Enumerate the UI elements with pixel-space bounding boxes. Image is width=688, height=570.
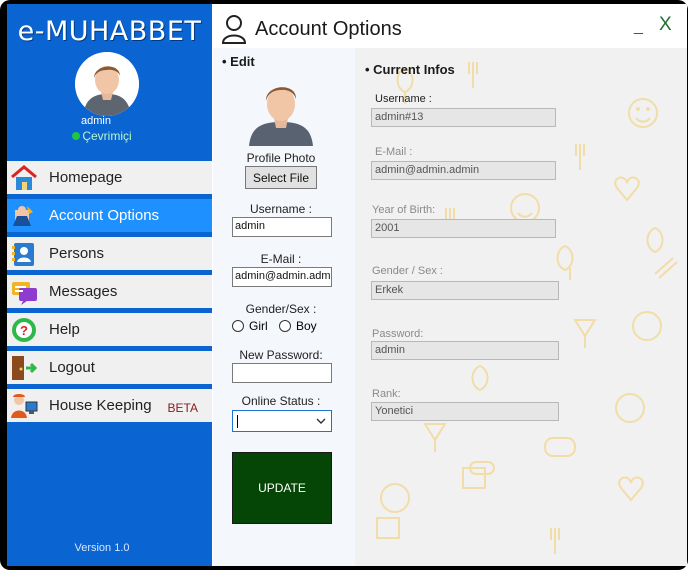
select-file-button[interactable]: Select File bbox=[245, 166, 317, 189]
sidebar-item-label: Homepage bbox=[49, 169, 123, 186]
profile-avatar-icon bbox=[249, 87, 313, 146]
radio-label: Boy bbox=[296, 319, 317, 333]
info-email-label: E-Mail : bbox=[375, 146, 413, 158]
help-icon: ? bbox=[7, 315, 41, 345]
sidebar-item-label: Persons bbox=[49, 245, 105, 262]
info-rank-label: Rank: bbox=[372, 388, 401, 400]
radio-label: Girl bbox=[249, 319, 268, 333]
sidebar-item-help[interactable]: ? Help bbox=[7, 313, 212, 346]
sidebar-item-house-keeping[interactable]: House Keeping BETA bbox=[7, 389, 212, 422]
account-options-icon bbox=[7, 201, 41, 231]
info-email-value: admin@admin.admin bbox=[371, 161, 556, 180]
version-label: Version 1.0 bbox=[74, 542, 130, 554]
sidebar-nav: Homepage Account Options Persons Message… bbox=[7, 161, 212, 427]
current-infos-heading: • Current Infos bbox=[365, 62, 455, 77]
sidebar: e-MUHABBET admin Çevrimiçi Homepage Acco… bbox=[7, 4, 212, 566]
close-button[interactable]: X bbox=[659, 14, 672, 36]
profile-photo bbox=[247, 76, 315, 146]
email-label: E-Mail : bbox=[260, 252, 302, 266]
info-username-value: admin#13 bbox=[371, 108, 556, 127]
app-window: e-MUHABBET admin Çevrimiçi Homepage Acco… bbox=[0, 0, 688, 570]
info-gender-value: Erkek bbox=[371, 281, 559, 300]
sidebar-item-account-options[interactable]: Account Options bbox=[7, 199, 212, 232]
profile-photo-label: Profile Photo bbox=[246, 151, 316, 165]
email-input[interactable]: admin@admin.admin bbox=[232, 267, 332, 287]
window-frame: e-MUHABBET admin Çevrimiçi Homepage Acco… bbox=[7, 4, 687, 566]
messages-icon bbox=[7, 277, 41, 307]
online-status-select[interactable] bbox=[232, 410, 332, 432]
new-password-label: New Password: bbox=[239, 348, 323, 362]
persons-icon bbox=[7, 239, 41, 269]
update-button[interactable]: UPDATE bbox=[232, 452, 332, 524]
info-password-value: admin bbox=[371, 341, 559, 360]
user-outline-icon bbox=[221, 14, 247, 47]
chevron-down-icon bbox=[315, 415, 327, 430]
radio-icon bbox=[279, 320, 291, 332]
page-title: Account Options bbox=[255, 18, 402, 40]
gender-radio-boy[interactable]: Boy bbox=[279, 319, 317, 333]
minimize-button[interactable]: _ bbox=[634, 18, 643, 36]
sidebar-item-label: Account Options bbox=[49, 207, 160, 224]
sidebar-item-label: House Keeping bbox=[49, 397, 152, 414]
beta-badge: BETA bbox=[167, 401, 198, 415]
sidebar-item-label: Messages bbox=[49, 283, 118, 300]
home-icon bbox=[7, 163, 41, 193]
sidebar-item-label: Help bbox=[49, 321, 80, 338]
house-keeping-icon bbox=[7, 391, 41, 421]
info-birth-year-value: 2001 bbox=[371, 219, 556, 238]
sidebar-item-homepage[interactable]: Homepage bbox=[7, 161, 212, 194]
online-status-text: Çevrimiçi bbox=[82, 129, 132, 143]
app-logo: e-MUHABBET bbox=[17, 16, 202, 47]
gender-label: Gender/Sex : bbox=[245, 302, 317, 316]
svg-text:?: ? bbox=[20, 323, 28, 338]
gender-radio-girl[interactable]: Girl bbox=[232, 319, 268, 333]
username-input[interactable]: admin bbox=[232, 217, 332, 237]
logout-icon bbox=[7, 353, 41, 383]
info-username-label: Username : bbox=[375, 93, 432, 105]
info-gender-label: Gender / Sex : bbox=[372, 265, 443, 277]
edit-heading: • Edit bbox=[222, 54, 255, 69]
status-dot-icon bbox=[72, 132, 81, 140]
info-password-label: Password: bbox=[372, 328, 424, 340]
online-status: Çevrimiçi bbox=[7, 129, 197, 143]
online-status-label: Online Status : bbox=[241, 394, 321, 408]
info-birth-year-label: Year of Birth: bbox=[372, 204, 436, 216]
text-caret bbox=[237, 414, 238, 428]
user-avatar bbox=[75, 52, 139, 116]
radio-icon bbox=[232, 320, 244, 332]
info-rank-value: Yonetici bbox=[371, 402, 559, 421]
user-name: admin bbox=[81, 115, 111, 127]
sidebar-item-persons[interactable]: Persons bbox=[7, 237, 212, 270]
username-label: Username : bbox=[249, 202, 313, 216]
avatar-icon bbox=[75, 52, 139, 116]
sidebar-item-logout[interactable]: Logout bbox=[7, 351, 212, 384]
sidebar-item-label: Logout bbox=[49, 359, 95, 376]
sidebar-item-messages[interactable]: Messages bbox=[7, 275, 212, 308]
new-password-input[interactable] bbox=[232, 363, 332, 383]
